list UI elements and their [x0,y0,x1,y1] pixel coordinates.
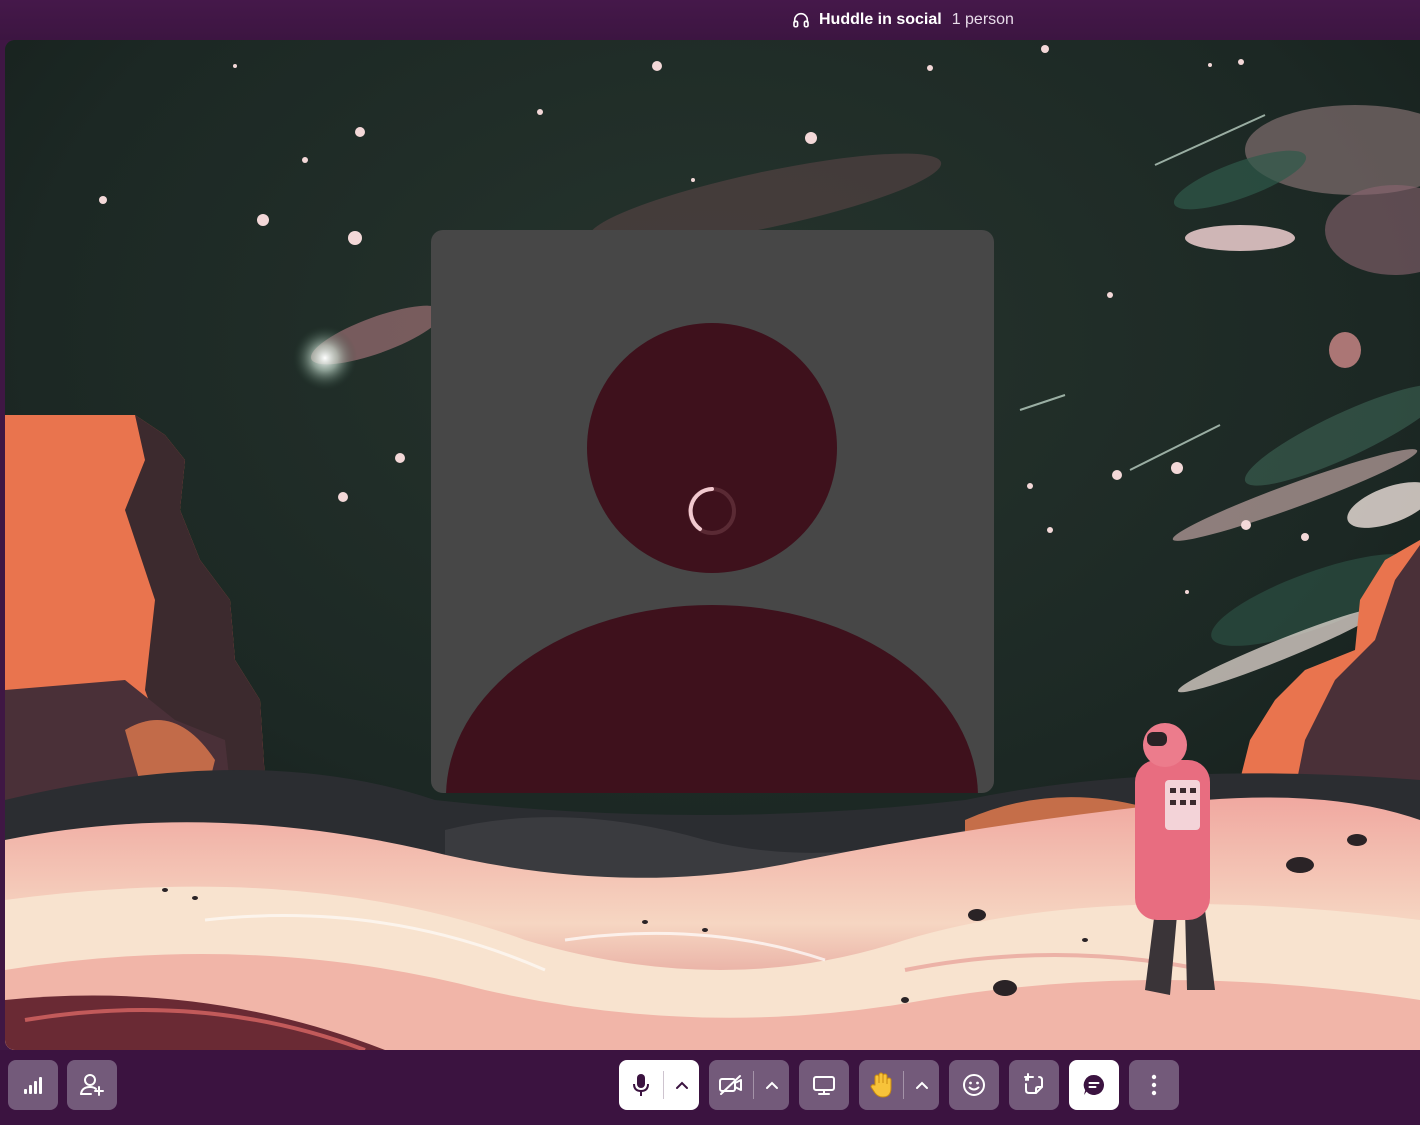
add-person-icon [80,1074,104,1096]
sticker-icon [1024,1073,1043,1094]
huddle-stage [5,40,1420,1050]
chevron-up-icon [675,1081,688,1089]
camera-toggle-button[interactable] [709,1060,753,1110]
connection-quality-button[interactable] [8,1060,58,1110]
headphones-icon [793,12,809,28]
huddle-thread-button[interactable] [1069,1060,1119,1110]
raise-hand-button[interactable] [859,1060,903,1110]
raised-hand-icon [870,1072,892,1098]
more-vertical-icon [1151,1074,1157,1096]
participant-count: 1 person [951,11,1014,28]
camera-menu-button[interactable] [754,1060,789,1110]
add-people-button[interactable] [67,1060,117,1110]
participant-tile[interactable] [431,230,994,793]
avatar-body [446,605,978,793]
huddle-title: Huddle in social [819,11,942,28]
microphone-control [619,1060,699,1110]
huddle-controls [0,1050,1420,1125]
raise-hand-menu-button[interactable] [904,1060,939,1110]
smiley-icon [963,1074,985,1096]
more-options-button[interactable] [1129,1060,1179,1110]
loading-spinner-icon [688,487,736,535]
raise-hand-control [859,1060,939,1110]
microphone-toggle-button[interactable] [619,1060,663,1110]
share-screen-button[interactable] [799,1060,849,1110]
video-off-icon [719,1075,742,1095]
microphone-icon [633,1074,649,1096]
huddle-header: Huddle in social 1 person [0,0,1420,40]
sticker-button[interactable] [1009,1060,1059,1110]
microphone-menu-button[interactable] [664,1060,699,1110]
chevron-up-icon [765,1081,778,1089]
reactions-button[interactable] [949,1060,999,1110]
camera-control [709,1060,789,1110]
signal-bars-icon [24,1077,42,1094]
huddle-title-group[interactable]: Huddle in social 1 person [792,9,1014,31]
chat-bubble-icon [1083,1074,1105,1095]
monitor-icon [813,1076,835,1095]
chevron-up-icon [915,1081,928,1089]
